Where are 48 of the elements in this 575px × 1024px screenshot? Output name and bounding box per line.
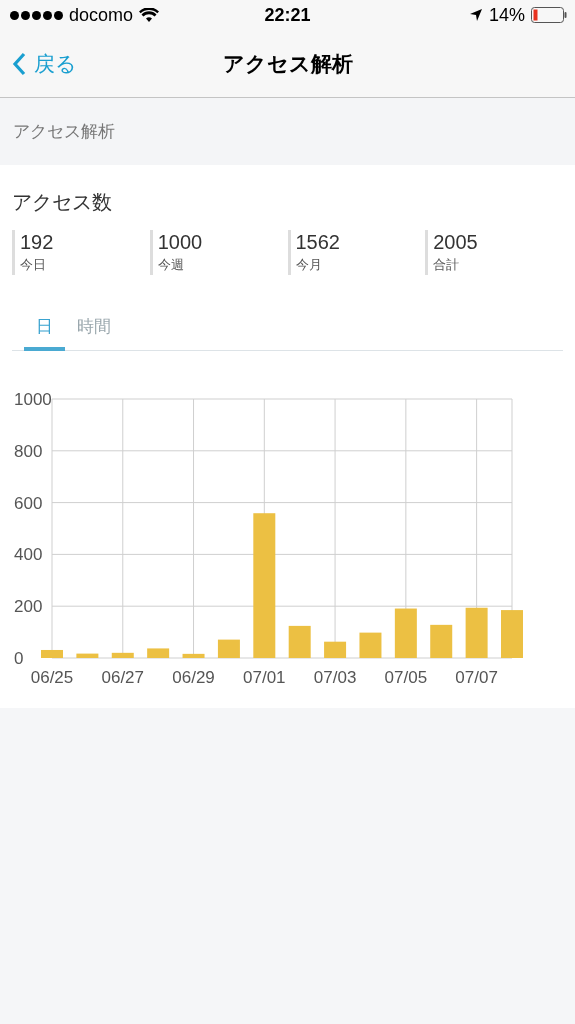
y-axis-label: 0 [14, 649, 24, 668]
y-axis-label: 400 [14, 545, 43, 565]
signal-icon [10, 10, 63, 20]
stat-value: 1000 [157, 230, 204, 255]
bar [41, 649, 63, 658]
stat-label: 今月 [295, 256, 323, 274]
x-axis-label: 07/05 [384, 668, 428, 687]
bar [111, 652, 134, 658]
bar [324, 641, 347, 658]
card-title: アクセス数 [12, 189, 113, 216]
wifi-icon [139, 7, 160, 23]
bar [430, 624, 453, 658]
y-axis-label: 600 [14, 493, 43, 513]
stat-label: 合計 [433, 256, 461, 274]
bar [501, 610, 523, 658]
x-axis-label: 07/03 [313, 668, 357, 687]
bar [359, 632, 382, 658]
bar [288, 625, 311, 658]
bar [76, 653, 99, 658]
x-axis-label: 06/25 [30, 668, 74, 687]
y-axis-label: 200 [14, 597, 43, 617]
back-button[interactable]: 戻る [0, 49, 77, 78]
x-axis-label: 07/01 [243, 668, 286, 687]
x-axis-label: 06/29 [172, 668, 215, 687]
tab[interactable]: 日 [24, 315, 65, 351]
bar [217, 639, 240, 658]
tab[interactable]: 時間 [65, 315, 123, 351]
stat-value: 1562 [295, 230, 341, 255]
y-axis-label: 800 [14, 441, 43, 461]
x-axis-label: 07/07 [455, 668, 498, 687]
bar [182, 653, 205, 658]
bar [465, 607, 488, 658]
carrier-name: docomo [69, 4, 134, 26]
back-chevron-icon [12, 51, 26, 76]
bar [394, 608, 417, 658]
battery-percent: 14% [488, 4, 525, 26]
stat-value: 192 [20, 230, 55, 255]
stat-label: 今日 [20, 256, 47, 274]
y-axis-label: 1000 [14, 390, 52, 409]
stat-label: 今週 [157, 256, 185, 274]
battery-icon [531, 7, 567, 23]
section-header: アクセス解析 [13, 120, 115, 143]
screen-title: アクセス解析 [222, 50, 353, 78]
location-arrow-icon [468, 8, 483, 22]
stat-value: 2005 [433, 230, 479, 255]
clock-time: 22:21 [264, 4, 311, 26]
bar [147, 648, 170, 658]
x-axis-label: 06/27 [101, 668, 145, 687]
